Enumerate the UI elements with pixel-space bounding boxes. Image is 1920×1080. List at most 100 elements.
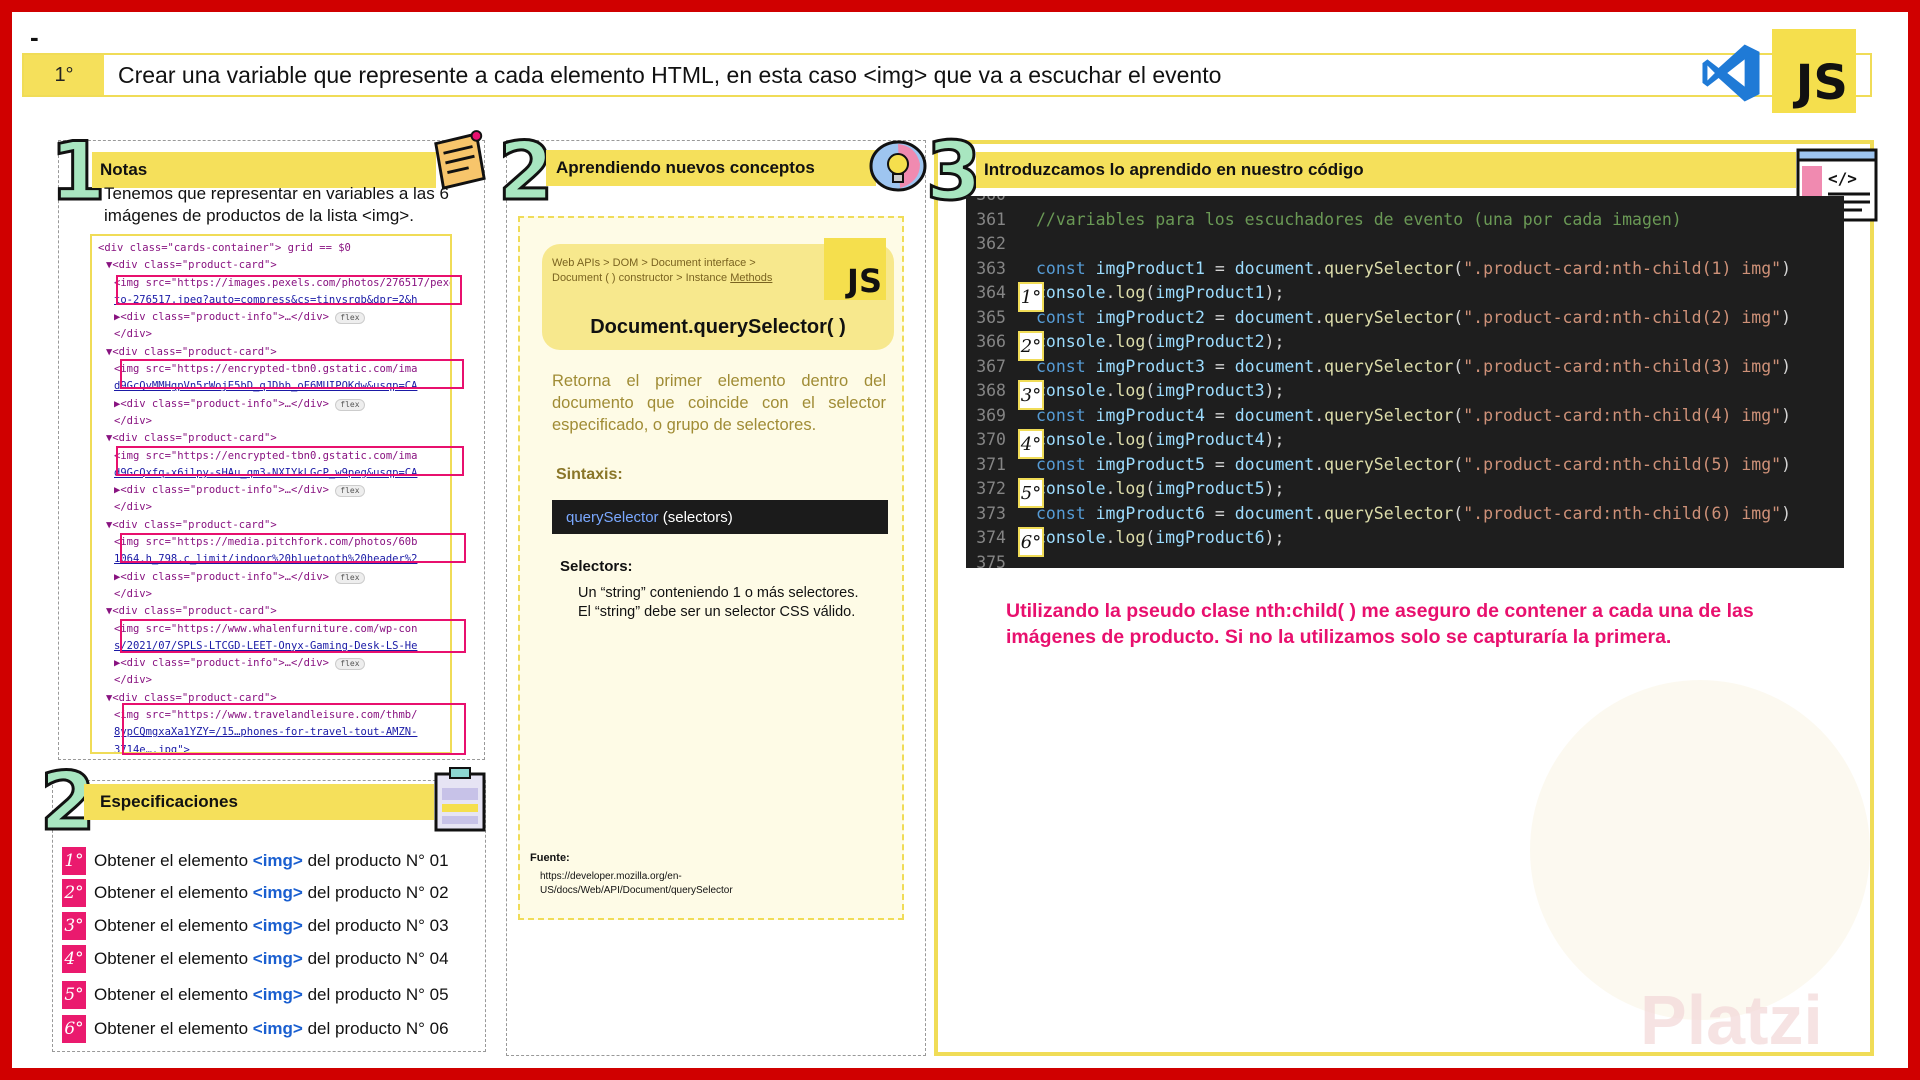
spec-item-4: 4° Obtener el elemento <img> del producto… (62, 944, 449, 974)
devtools-text: </div> (114, 501, 152, 514)
breadcrumb-methods-link[interactable]: Methods (730, 272, 772, 284)
line-number: 371 (976, 454, 1006, 474)
code-keyword: const (1036, 405, 1096, 425)
code-punct: . (1105, 381, 1116, 400)
code-function: querySelector (1324, 307, 1454, 327)
vscode-icon (1702, 44, 1760, 102)
code-variable: imgProduct3 (1095, 356, 1205, 376)
code-function: querySelector (1324, 405, 1454, 425)
code-line: 374 console.log(imgProduct6); (966, 526, 1284, 550)
spec-img-tag: <img> (252, 1019, 303, 1038)
code-punct: ( (1453, 258, 1464, 278)
code-keyword: const (1036, 307, 1096, 327)
code-punct: . (1314, 503, 1325, 523)
code-punct: ( (1145, 479, 1156, 498)
code-punct: ); (1264, 332, 1285, 351)
devtools-text: ▼<div class="product-card"> (106, 691, 277, 704)
code-punct: ) (1781, 405, 1792, 425)
spec-item-1: 1° Obtener el elemento <img> del producto… (62, 846, 449, 876)
line-number: 368 (976, 381, 1006, 400)
spec-img-tag: <img> (252, 851, 303, 870)
mdn-breadcrumb: Web APIs > DOM > Document interface > Do… (552, 256, 834, 286)
syntax-args: (selectors) (658, 508, 733, 526)
spec-img-tag: <img> (252, 883, 303, 902)
specs-title: Especificaciones (84, 784, 434, 820)
code-line: 367 const imgProduct3 = document.querySel… (966, 355, 1791, 379)
spec-number-badge: 1° (62, 847, 86, 875)
code-punct: ) (1781, 258, 1792, 278)
code-punct: = (1204, 454, 1235, 474)
code-object: document (1234, 307, 1315, 327)
flex-badge: flex (335, 571, 365, 584)
code-keyword: const (1036, 454, 1096, 474)
concepts-title: Aprendiendo nuevos conceptos (546, 150, 876, 186)
selectors-desc-1: Un “string” conteniendo 1 o más selector… (578, 585, 859, 601)
line-number: 367 (976, 356, 1006, 376)
code-punct: ); (1264, 381, 1285, 400)
spec-number-badge: 5° (62, 981, 86, 1009)
devtools-line: ▶<div class="product-info">…</div> flex (98, 655, 450, 672)
code-string: ".product-card:nth-child(1) img" (1463, 258, 1782, 278)
source-url[interactable]: https://developer.mozilla.org/en-US/docs… (540, 870, 790, 898)
devtools-line: ▼<div class="product-card"> (98, 603, 450, 620)
code-punct: ); (1264, 430, 1285, 449)
step-banner: 1° Crear una variable que represente a c… (22, 53, 1872, 97)
highlight-img-4 (120, 533, 466, 563)
spec-item-6: 6° Obtener el elemento <img> del producto… (62, 1014, 449, 1044)
code-punct: = (1204, 307, 1235, 327)
line-number: 366 (976, 332, 1006, 351)
spec-text-pre: Obtener el elemento (94, 851, 253, 870)
code-object: console (1036, 479, 1106, 498)
highlight-img-3 (116, 446, 464, 476)
spec-text-pre: Obtener el elemento (94, 985, 253, 1004)
code-punct: ) (1781, 307, 1792, 327)
line-number: 361 (976, 209, 1006, 229)
selectors-description: Un “string” conteniendo 1 o más selector… (578, 584, 878, 622)
code-line: 372 console.log(imgProduct5); (966, 477, 1284, 501)
code-function: log (1115, 283, 1146, 302)
code-punct: ( (1145, 381, 1156, 400)
code-punct: = (1204, 405, 1235, 425)
code-keyword: const (1036, 356, 1096, 376)
code-line: 373 const imgProduct6 = document.querySel… (966, 502, 1791, 526)
code-variable: imgProduct2 (1095, 307, 1205, 327)
code-variable: imgProduct1 (1095, 258, 1205, 278)
code-function: querySelector (1324, 454, 1454, 474)
highlight-img-6 (122, 703, 466, 755)
spec-text-post: del producto N° 01 (302, 851, 449, 870)
spec-item-5: 5° Obtener el elemento <img> del producto… (62, 980, 449, 1010)
devtools-text: <div class="cards-container"> grid == $0 (98, 242, 351, 254)
clipboard-icon (434, 767, 486, 832)
code-function: querySelector (1324, 356, 1454, 376)
method-description: Retorna el primer elemento dentro del do… (552, 372, 886, 434)
devtools-text: </div> (114, 674, 152, 687)
code-step-marker-2: 2° (1018, 331, 1044, 361)
devtools-text: </div> (114, 328, 152, 341)
devtools-text: ▼<div class="product-card"> (106, 259, 277, 272)
code-line: 364 console.log(imgProduct1); (966, 281, 1284, 305)
spec-text-post: del producto N° 02 (302, 883, 449, 902)
brain-bulb-icon (869, 140, 927, 192)
devtools-line: ▼<div class="product-card"> (98, 517, 450, 534)
top-dash: - (30, 22, 39, 52)
spec-text-post: del producto N° 03 (302, 916, 449, 935)
code-punct: = (1204, 258, 1235, 278)
line-number: 365 (976, 307, 1006, 327)
selectors-label: Selectors: (560, 558, 633, 575)
code-line: 365 const imgProduct2 = document.querySel… (966, 306, 1791, 330)
devtools-text: ▶<div class="product-info">…</div> (114, 484, 329, 497)
code-variable: imgProduct5 (1095, 454, 1205, 474)
code-object: document (1234, 258, 1315, 278)
code-punct: = (1204, 356, 1235, 376)
code-string: ".product-card:nth-child(2) img" (1463, 307, 1782, 327)
line-number: 360 (966, 196, 1006, 207)
flex-badge: flex (335, 658, 365, 671)
code-step-marker-4: 4° (1018, 429, 1044, 459)
code-variable: imgProduct6 (1095, 503, 1205, 523)
source-label: Fuente: (530, 852, 570, 864)
code-punct: ( (1453, 356, 1464, 376)
code-keyword: const (1036, 258, 1096, 278)
devtools-text: ▼<div class="product-card"> (106, 518, 277, 531)
code-step-marker-1: 1° (1018, 282, 1044, 312)
devtools-line: ▶<div class="product-info">…</div> flex (98, 396, 450, 413)
